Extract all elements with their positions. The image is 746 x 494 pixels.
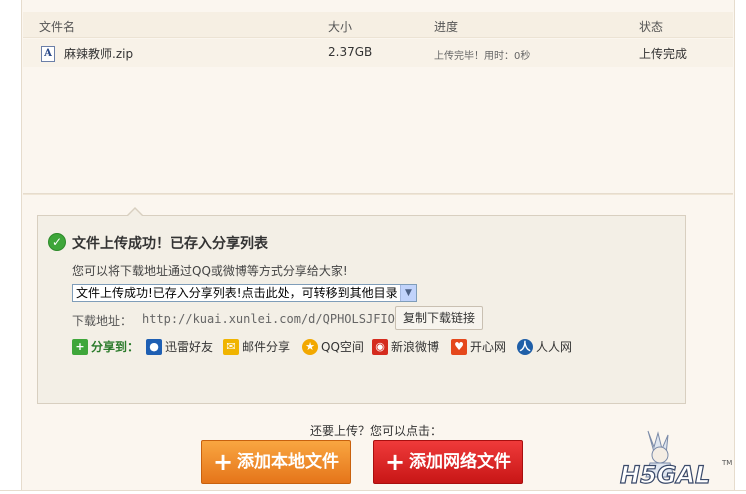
chevron-down-icon[interactable]: ▼ (400, 285, 416, 301)
move-folder-select[interactable]: 文件上传成功!已存入分享列表!点击此处，可转移到其他目录 ▼ (72, 284, 417, 302)
copy-link-button[interactable]: 复制下载链接 (395, 306, 483, 330)
column-header-size: 大小 (328, 20, 353, 34)
mail-icon: ✉ (223, 338, 239, 355)
share-target-label: 新浪微博 (391, 340, 440, 354)
share-target-label: 邮件分享 (242, 340, 291, 354)
table-row[interactable]: A 麻辣教师.zip 2.37GB 上传完毕！用时：0秒 上传完成 (23, 39, 733, 67)
watermark-tm: TM (721, 459, 732, 467)
column-header-filename: 文件名 (39, 20, 76, 34)
panel-pointer-inner (128, 209, 142, 216)
share-to: + 分享到： (72, 338, 139, 356)
kaixin-icon: ♥ (451, 338, 467, 355)
download-url[interactable]: http://kuai.xunlei.com/d/QPHOLSJFIOQA (142, 312, 409, 326)
left-frame (0, 0, 22, 494)
upload-more-prompt: 还要上传？您可以点击： (310, 424, 443, 438)
mascot-logo-icon: H5GAL TM (619, 430, 732, 490)
add-network-file-button[interactable]: + 添加网络文件 (373, 440, 523, 484)
column-header-status: 状态 (639, 20, 664, 34)
sina-weibo-icon: ◉ (372, 338, 388, 355)
upload-success-title: 文件上传成功！已存入分享列表 (72, 236, 268, 252)
plus-icon: + (212, 448, 234, 476)
share-kaixin[interactable]: ♥ 开心网 (451, 338, 506, 356)
upload-status: 上传完成 (639, 47, 688, 61)
text-file-icon: A (41, 46, 55, 62)
share-qzone[interactable]: ★ QQ空间 (302, 338, 364, 356)
add-network-file-label: 添加网络文件 (409, 452, 512, 472)
check-circle-icon: ✓ (48, 233, 66, 251)
share-hint-text: 您可以将下载地址通过QQ或微博等方式分享给大家! (72, 264, 348, 278)
share-target-label: QQ空间 (321, 340, 364, 354)
add-local-file-label: 添加本地文件 (237, 452, 340, 472)
renren-icon: 人 (517, 338, 533, 355)
share-mail[interactable]: ✉ 邮件分享 (223, 338, 290, 356)
column-header-progress: 进度 (434, 20, 459, 34)
share-xunlei-friends[interactable]: ● 迅雷好友 (146, 338, 213, 356)
upload-progress: 上传完毕！用时：0秒 (434, 51, 531, 62)
plus-icon: + (72, 338, 88, 355)
share-target-label: 开心网 (470, 340, 507, 354)
xunlei-friends-icon: ● (146, 338, 162, 355)
watermark-text: H5GAL (620, 461, 710, 487)
share-target-label: 人人网 (536, 340, 573, 354)
file-name: 麻辣教师.zip (64, 47, 134, 61)
right-frame (734, 0, 746, 494)
share-sina-weibo[interactable]: ◉ 新浪微博 (372, 338, 439, 356)
file-table-header: 文件名 大小 进度 状态 (23, 12, 733, 38)
h5gal-watermark-logo: H5GAL TM (618, 425, 736, 490)
add-local-file-button[interactable]: + 添加本地文件 (201, 440, 351, 484)
file-size: 2.37GB (328, 45, 373, 59)
plus-icon: + (384, 448, 406, 476)
section-divider (23, 193, 733, 195)
bottom-frame (0, 490, 746, 494)
share-target-label: 迅雷好友 (165, 340, 214, 354)
qzone-icon: ★ (302, 338, 318, 355)
move-folder-select-value: 文件上传成功!已存入分享列表!点击此处，可转移到其他目录 (76, 286, 398, 300)
share-renren[interactable]: 人人人网 (517, 338, 572, 356)
share-to-label: 分享到： (91, 340, 140, 354)
download-url-label: 下载地址： (72, 314, 133, 328)
